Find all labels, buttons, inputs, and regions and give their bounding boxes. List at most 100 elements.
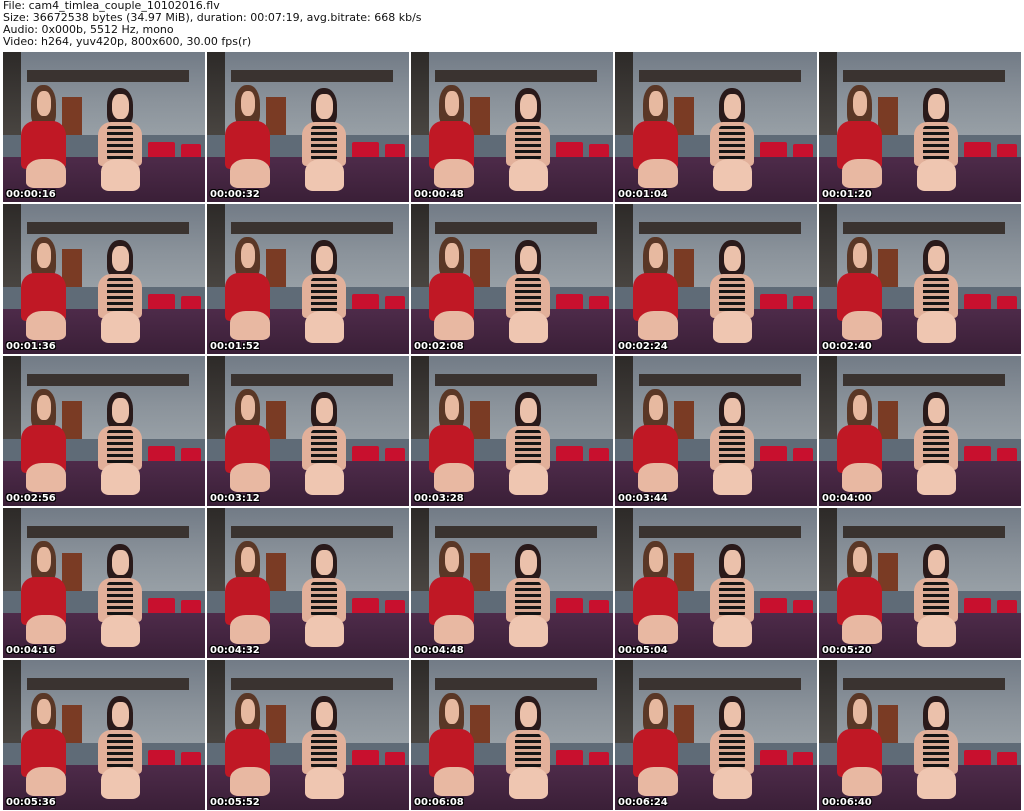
face [111,94,129,120]
thumbnail-grid: 00:00:16 00:00:32 00:00:48 00:01:04 00:01:20… [0,50,1024,811]
face [519,398,537,424]
face [852,395,868,421]
video-thumbnail[interactable]: 00:03:12 [207,356,409,506]
legs [842,310,882,340]
face [723,246,741,272]
video-thumbnail[interactable]: 00:05:36 [3,660,205,810]
person-right [294,88,355,193]
black-top [106,581,134,620]
legs [638,614,678,644]
video-thumbnail[interactable]: 00:05:04 [615,508,817,658]
video-thumbnail[interactable]: 00:06:40 [819,660,1021,810]
shelf [27,70,189,82]
face [927,246,945,272]
video-thumbnail[interactable]: 00:04:32 [207,508,409,658]
shelf [27,374,189,386]
video-thumbnail[interactable]: 00:02:08 [411,204,613,354]
person-right [90,544,151,649]
video-thumbnail[interactable]: 00:02:40 [819,204,1021,354]
face [240,91,256,117]
black-top [922,429,950,468]
video-thumbnail[interactable]: 00:05:52 [207,660,409,810]
person-right [702,240,763,345]
black-top [718,429,746,468]
person-left [423,85,480,190]
person-left [831,389,888,494]
person-right [498,392,559,497]
shelf [231,526,393,538]
legs [434,614,474,644]
thumbnail-timestamp: 00:01:04 [618,189,668,200]
video-thumbnail[interactable]: 00:01:20 [819,52,1021,202]
person-right [294,392,355,497]
person-left [831,541,888,646]
legs [712,311,752,343]
legs [712,615,752,647]
face [723,398,741,424]
person-left [219,693,276,798]
black-top [106,125,134,164]
face [444,395,460,421]
legs [842,614,882,644]
video-thumbnail[interactable]: 00:00:32 [207,52,409,202]
legs [304,767,344,799]
thumbnail-timestamp: 00:05:52 [210,797,260,808]
video-thumbnail[interactable]: 00:00:16 [3,52,205,202]
video-thumbnail[interactable]: 00:02:24 [615,204,817,354]
person-right [498,696,559,801]
thumbnail-timestamp: 00:02:08 [414,341,464,352]
face [240,243,256,269]
video-thumbnail[interactable]: 00:06:08 [411,660,613,810]
black-top [922,125,950,164]
face [519,702,537,728]
legs [916,311,956,343]
video-thumbnail[interactable]: 00:03:44 [615,356,817,506]
video-thumbnail[interactable]: 00:06:24 [615,660,817,810]
shelf [639,70,801,82]
video-thumbnail[interactable]: 00:02:56 [3,356,205,506]
person-right [906,240,967,345]
person-right [906,88,967,193]
video-thumbnail[interactable]: 00:05:20 [819,508,1021,658]
legs [100,311,140,343]
face [648,395,664,421]
person-right [702,544,763,649]
person-right [90,392,151,497]
person-left [423,693,480,798]
video-thumbnail[interactable]: 00:04:48 [411,508,613,658]
thumbnail-timestamp: 00:01:52 [210,341,260,352]
face [36,699,52,725]
legs [638,158,678,188]
video-thumbnail[interactable]: 00:04:00 [819,356,1021,506]
video-thumbnail[interactable]: 00:01:36 [3,204,205,354]
person-left [219,237,276,342]
person-right [906,392,967,497]
person-right [498,88,559,193]
video-thumbnail[interactable]: 00:03:28 [411,356,613,506]
person-right [702,696,763,801]
legs [100,463,140,495]
legs [230,766,270,796]
video-thumbnail[interactable]: 00:00:48 [411,52,613,202]
shelf [231,222,393,234]
face [444,699,460,725]
face [519,94,537,120]
video-thumbnail[interactable]: 00:01:04 [615,52,817,202]
person-left [627,541,684,646]
person-right [90,88,151,193]
legs [26,766,66,796]
face [315,246,333,272]
face [240,547,256,573]
face [852,243,868,269]
face [315,702,333,728]
thumbnail-timestamp: 00:02:56 [6,493,56,504]
person-left [831,237,888,342]
video-thumbnail[interactable]: 00:04:16 [3,508,205,658]
thumbnail-timestamp: 00:00:16 [6,189,56,200]
person-left [15,693,72,798]
black-top [922,277,950,316]
black-top [106,277,134,316]
video-thumbnail[interactable]: 00:01:52 [207,204,409,354]
black-top [514,581,542,620]
black-top [922,733,950,772]
